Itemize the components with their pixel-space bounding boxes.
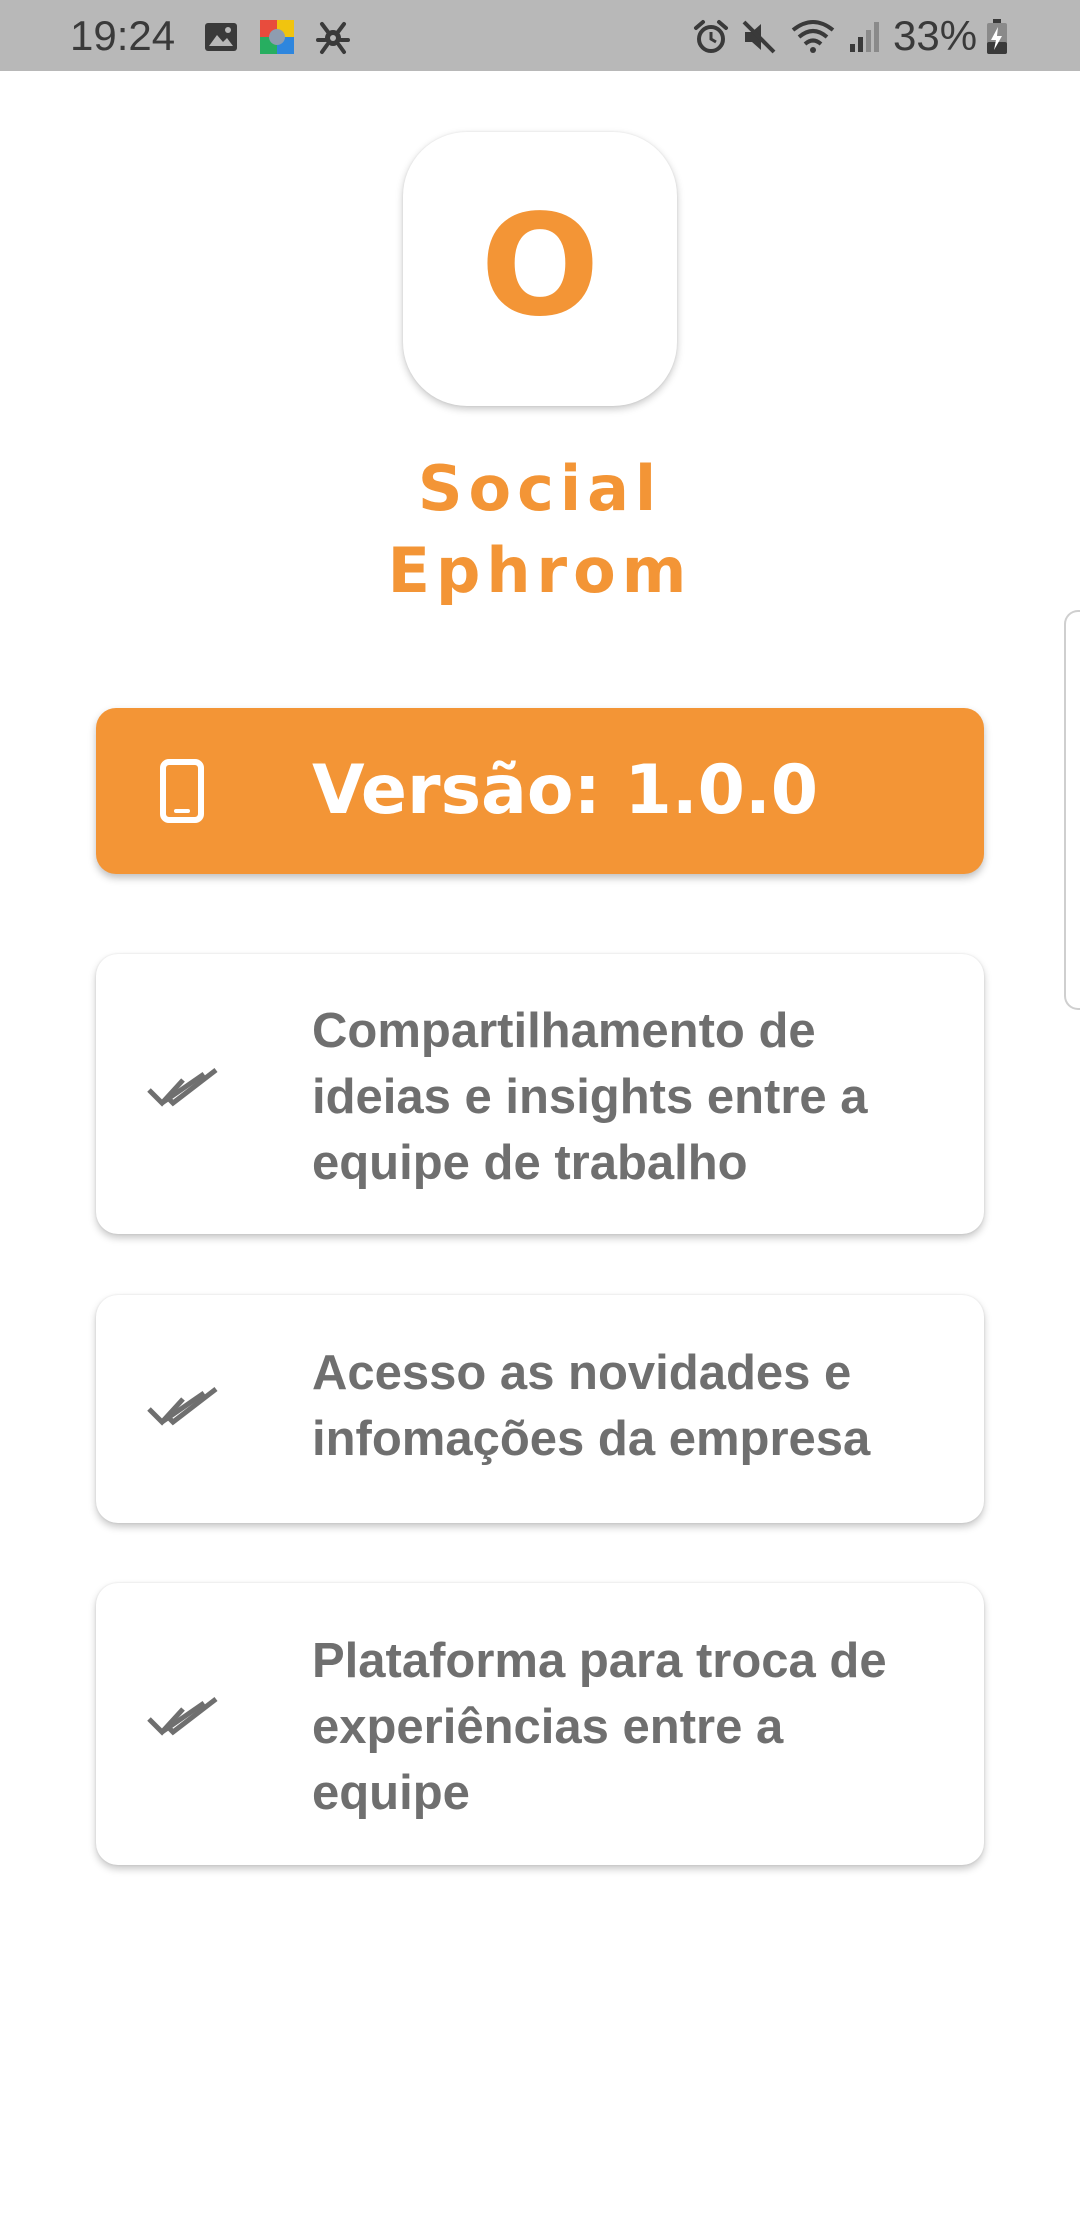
- app-name-line1: Social: [417, 452, 663, 525]
- app-logo-letter: O: [480, 185, 600, 348]
- alarm-icon: [694, 20, 728, 53]
- double-check-icon: [147, 1697, 218, 1736]
- version-label: Versão: 1.0.0: [312, 751, 819, 830]
- bug-icon: [316, 22, 350, 54]
- signal-icon: [850, 22, 879, 52]
- status-time: 19:24: [70, 12, 176, 59]
- battery-percent: 33%: [893, 12, 978, 59]
- wifi-icon: [791, 20, 835, 53]
- feature-card: Acesso as novidades e infomações da empr…: [96, 1295, 984, 1523]
- smartphone-icon: [160, 759, 204, 823]
- battery-charging-icon: [987, 19, 1007, 54]
- edge-panel-handle[interactable]: [1064, 610, 1080, 1010]
- feature-text: Compartilhamento de ideias e insights en…: [312, 1004, 868, 1190]
- mute-icon: [742, 20, 776, 54]
- status-bar: 19:24 33%: [0, 0, 1080, 71]
- app-name-line2: Ephrom: [387, 534, 693, 607]
- feature-card: Plataforma para troca de experiências en…: [96, 1583, 984, 1865]
- app-name: Social Ephrom: [290, 448, 790, 612]
- about-screen: 19:24 33% O Social Ephrom Versão: 1.0.0 …: [0, 0, 1080, 2220]
- app-color-icon: [260, 20, 294, 54]
- gallery-icon: [205, 23, 237, 51]
- app-logo: O: [403, 132, 677, 406]
- feature-card: Compartilhamento de ideias e insights en…: [96, 954, 984, 1234]
- version-card: Versão: 1.0.0: [96, 708, 984, 874]
- double-check-icon: [147, 1068, 218, 1107]
- double-check-icon: [147, 1387, 218, 1426]
- feature-text: Plataforma para troca de experiências en…: [312, 1634, 887, 1820]
- feature-text: Acesso as novidades e infomações da empr…: [312, 1346, 871, 1466]
